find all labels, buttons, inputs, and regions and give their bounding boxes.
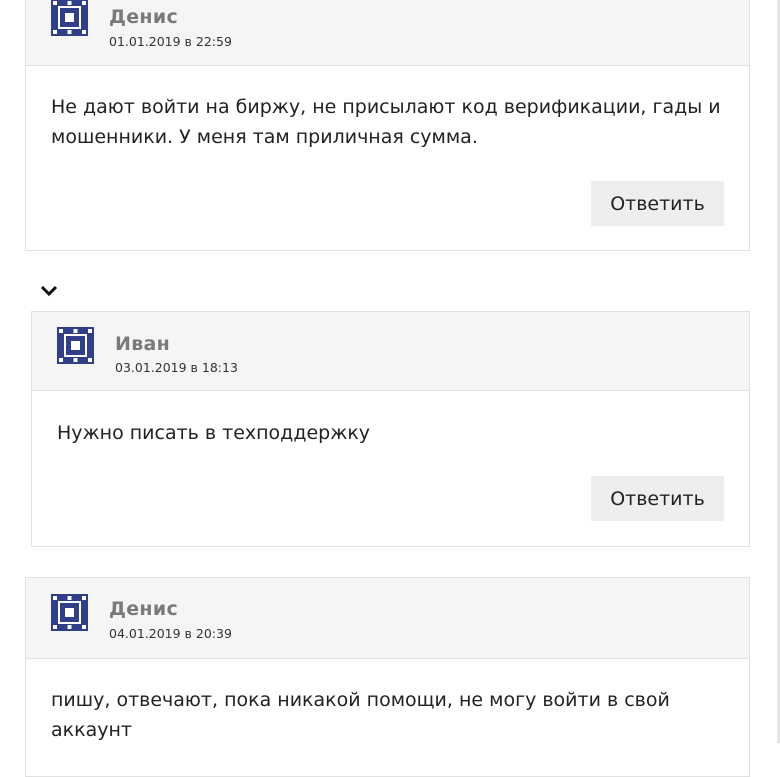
comment-text: Не дают войти на биржу, не присылают код… [51, 96, 721, 148]
pattern-avatar-icon [51, 594, 88, 631]
comment-date: 03.01.2019 в 18:13 [115, 360, 238, 375]
comment-header: Денис 04.01.2019 в 20:39 [26, 578, 749, 659]
pattern-avatar-icon [57, 327, 94, 364]
comment-card: Иван 03.01.2019 в 18:13 Нужно писать в т… [31, 311, 750, 547]
comment-date: 04.01.2019 в 20:39 [109, 626, 232, 641]
comment-author: Иван [115, 333, 171, 355]
comment-card: Денис 04.01.2019 в 20:39 пишу, отвечают,… [25, 577, 750, 777]
comment-text: Нужно писать в техподдержку [57, 422, 371, 444]
comment-text: пишу, отвечают, пока никакой помощи, не … [51, 689, 670, 741]
reply-button[interactable]: Ответить [591, 181, 724, 226]
comment-author: Денис [109, 6, 179, 28]
avatar [51, 0, 88, 36]
comment-header: Иван 03.01.2019 в 18:13 [32, 312, 749, 391]
avatar [57, 327, 94, 364]
comment-header: Денис 01.01.2019 в 22:59 [26, 0, 749, 66]
comment-card: Денис 01.01.2019 в 22:59 Не дают войти н… [25, 0, 750, 251]
avatar [51, 594, 88, 631]
reply-button[interactable]: Ответить [591, 476, 724, 521]
comment-author: Денис [109, 598, 179, 620]
chevron-down-icon[interactable] [40, 283, 58, 297]
pattern-avatar-icon [51, 0, 88, 36]
comment-date: 01.01.2019 в 22:59 [109, 34, 232, 49]
